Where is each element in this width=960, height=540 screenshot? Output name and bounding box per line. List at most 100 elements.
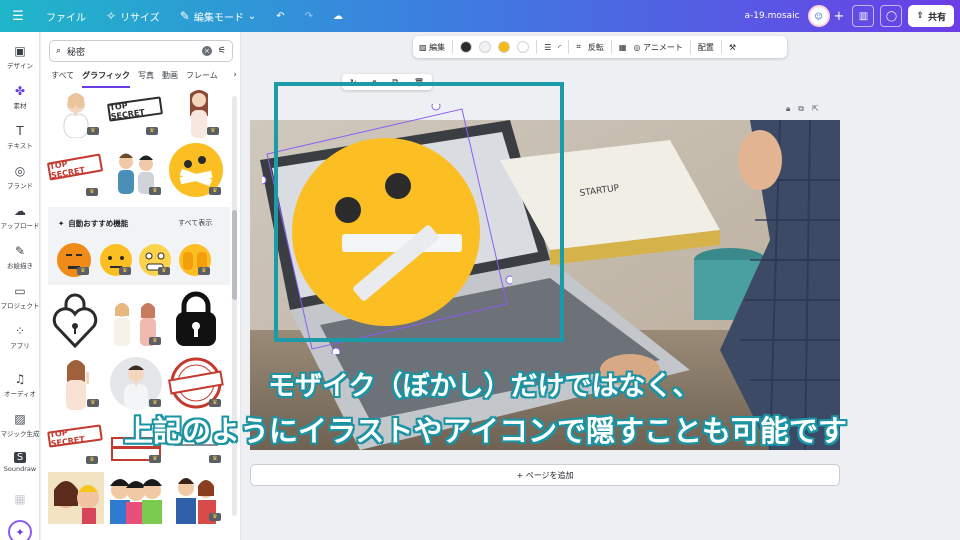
graphic-woman-shush[interactable]: ♛ — [50, 88, 102, 139]
document-name[interactable]: a-19.mosaic — [745, 11, 800, 21]
left-rail: ▣ デザイン ✤ 素材 T テキスト ◎ ブランド ☁ アップロード ✎ お絵描き ▭ プロジ… — [0, 32, 40, 540]
color-swatch-yellow[interactable] — [498, 41, 511, 53]
rail-item-text[interactable]: T テキスト — [0, 124, 40, 150]
crop-icon[interactable]: ⌗ — [576, 42, 581, 52]
graphic-hands-emoji[interactable]: ♛ — [177, 242, 213, 278]
cloud-save-button[interactable]: ☁ — [323, 11, 353, 22]
premium-badge-icon: ♛ — [149, 187, 161, 195]
draw-icon: ✎ — [14, 244, 26, 258]
rail-item-draw[interactable]: ✎ お絵描き — [0, 244, 40, 270]
graphic-heart-lock[interactable] — [50, 292, 100, 349]
layout-icon: ▣ — [14, 44, 26, 58]
color-swatch-white[interactable] — [517, 41, 530, 53]
resize-label: リサイズ — [120, 12, 160, 24]
top-bar: ☰ ファイル ✧ リサイズ ✎ 編集モード ⌄ ↶ ↷ ☁ a-19.mosaic ☺… — [0, 0, 960, 32]
graphic-padlock[interactable] — [172, 290, 220, 348]
rail-item-projects[interactable]: ▭ プロジェクト — [0, 284, 40, 310]
rail-item-extra[interactable]: ▦ — [0, 492, 40, 508]
position-button[interactable]: 配置 — [698, 42, 714, 53]
graphic-whisper-pair[interactable]: ♛ — [168, 472, 224, 524]
redo-button[interactable]: ↷ — [295, 11, 323, 22]
premium-badge-icon: ♛ — [86, 188, 98, 196]
resize-button[interactable]: ✧ リサイズ — [96, 9, 170, 24]
rail-label: デザイン — [7, 62, 33, 70]
rail-item-design[interactable]: ▣ デザイン — [0, 44, 40, 70]
apps-icon: ⁘ — [14, 324, 26, 338]
graphic-confidential-seal[interactable]: ♛ — [168, 356, 224, 410]
animate-button[interactable]: ◎ アニメート — [633, 42, 682, 53]
rail-label: Soundraw — [3, 465, 37, 473]
app-icon: ▦ — [14, 492, 26, 506]
graphic-zipped-mouth-emoji[interactable]: ♛ — [168, 142, 224, 198]
graphic-comic-whisper[interactable] — [48, 472, 104, 524]
divider — [568, 40, 570, 54]
search-input[interactable]: ⌕ 秘密 × ⚟ — [49, 40, 233, 62]
graphic-man-shush[interactable]: ♛ — [108, 356, 164, 410]
rail-item-magic-media[interactable]: ▨ マジック生成 — [0, 412, 40, 438]
rail-item-audio[interactable]: ♫ オーディオ — [0, 372, 40, 398]
rail-item-elements[interactable]: ✤ 素材 — [0, 84, 40, 110]
audio-icon: ♫ — [14, 372, 26, 386]
avatar[interactable]: ☺ — [807, 5, 830, 27]
edit-button[interactable]: ▨ 編集 — [419, 42, 445, 53]
file-menu[interactable]: ファイル — [36, 9, 96, 24]
share-label: 共有 — [927, 12, 946, 23]
share-button[interactable]: ⇪ 共有 — [908, 5, 954, 27]
premium-badge-icon: ♛ — [77, 267, 89, 275]
panel-scroll-thumb[interactable] — [232, 210, 237, 300]
redo-icon: ↷ — [304, 10, 313, 22]
paint-format-icon[interactable]: ⚒ — [729, 43, 736, 52]
transparency-icon[interactable]: ▦ — [619, 43, 627, 52]
file-label: ファイル — [46, 12, 86, 24]
tab-all[interactable]: すべて — [51, 70, 74, 88]
see-all-link[interactable]: すべて表示 — [178, 218, 212, 228]
add-collaborator-icon[interactable]: + — [834, 9, 845, 24]
flip-button[interactable]: 反転 — [588, 42, 604, 53]
add-page-button[interactable]: + ページを追加 — [250, 464, 840, 486]
add-page-icon[interactable]: ⇱ — [812, 104, 819, 114]
rail-label: アプリ — [10, 342, 30, 350]
graphic-thinking-woman[interactable]: ♛ — [50, 354, 102, 410]
clear-icon[interactable]: × — [201, 46, 212, 56]
undo-icon: ↶ — [276, 10, 285, 22]
rail-item-soundraw[interactable]: S Soundraw — [0, 452, 40, 473]
border-style-icon[interactable]: ☰ — [544, 43, 551, 52]
tab-frames[interactable]: フレーム — [186, 70, 218, 88]
chevron-down-icon: ⌄ — [247, 10, 257, 22]
upload-icon: ☁ — [14, 204, 26, 218]
color-swatch-gray[interactable] — [479, 41, 492, 53]
rail-label: マジック生成 — [0, 430, 40, 438]
rail-item-apps[interactable]: ⁘ アプリ — [0, 324, 40, 350]
menu-icon[interactable]: ☰ — [0, 9, 36, 24]
divider — [536, 40, 538, 54]
rail-item-brand[interactable]: ◎ ブランド — [0, 164, 40, 190]
tab-graphics[interactable]: グラフィック — [82, 70, 130, 88]
graphic-gossip-women[interactable]: ♛ — [106, 298, 164, 348]
graphic-nervous-emoji[interactable]: ♛ — [137, 242, 173, 278]
magic-icon[interactable]: ✦ — [8, 520, 32, 540]
rail-label: 素材 — [13, 102, 27, 110]
graphic-angry-emoji[interactable]: ♛ — [56, 242, 92, 278]
filter-icon[interactable]: ⚟ — [218, 46, 226, 56]
divider — [720, 40, 722, 54]
rail-item-upload[interactable]: ☁ アップロード — [0, 204, 40, 230]
graphic-woman-secret[interactable]: ♛ — [176, 88, 222, 138]
panel-scrollbar[interactable] — [232, 96, 237, 516]
graphic-worried-emoji[interactable]: ♛ — [96, 242, 134, 278]
tab-videos[interactable]: 動画 — [162, 70, 178, 88]
magic-media-icon: ▨ — [14, 412, 26, 426]
share-icon: ⇪ — [916, 11, 924, 21]
tab-photos[interactable]: 写真 — [138, 70, 154, 88]
graphic-three-gossip[interactable] — [106, 472, 164, 524]
color-swatch-black[interactable] — [460, 41, 473, 53]
chevron-right-icon[interactable]: › — [233, 70, 237, 80]
graphic-whispering-people[interactable]: ♛ — [108, 148, 164, 198]
edit-mode-dropdown[interactable]: ✎ 編集モード ⌄ — [170, 9, 266, 24]
duplicate-page-icon[interactable]: ⧉ — [798, 104, 804, 114]
comment-icon[interactable]: ◯ — [880, 5, 903, 27]
lock-page-icon[interactable]: 🔒︎ — [786, 104, 790, 114]
analytics-icon[interactable]: ▥ — [852, 5, 875, 27]
premium-badge-icon: ♛ — [149, 399, 161, 407]
undo-button[interactable]: ↶ — [266, 11, 294, 22]
corner-radius-icon[interactable]: ◜ — [558, 43, 561, 52]
